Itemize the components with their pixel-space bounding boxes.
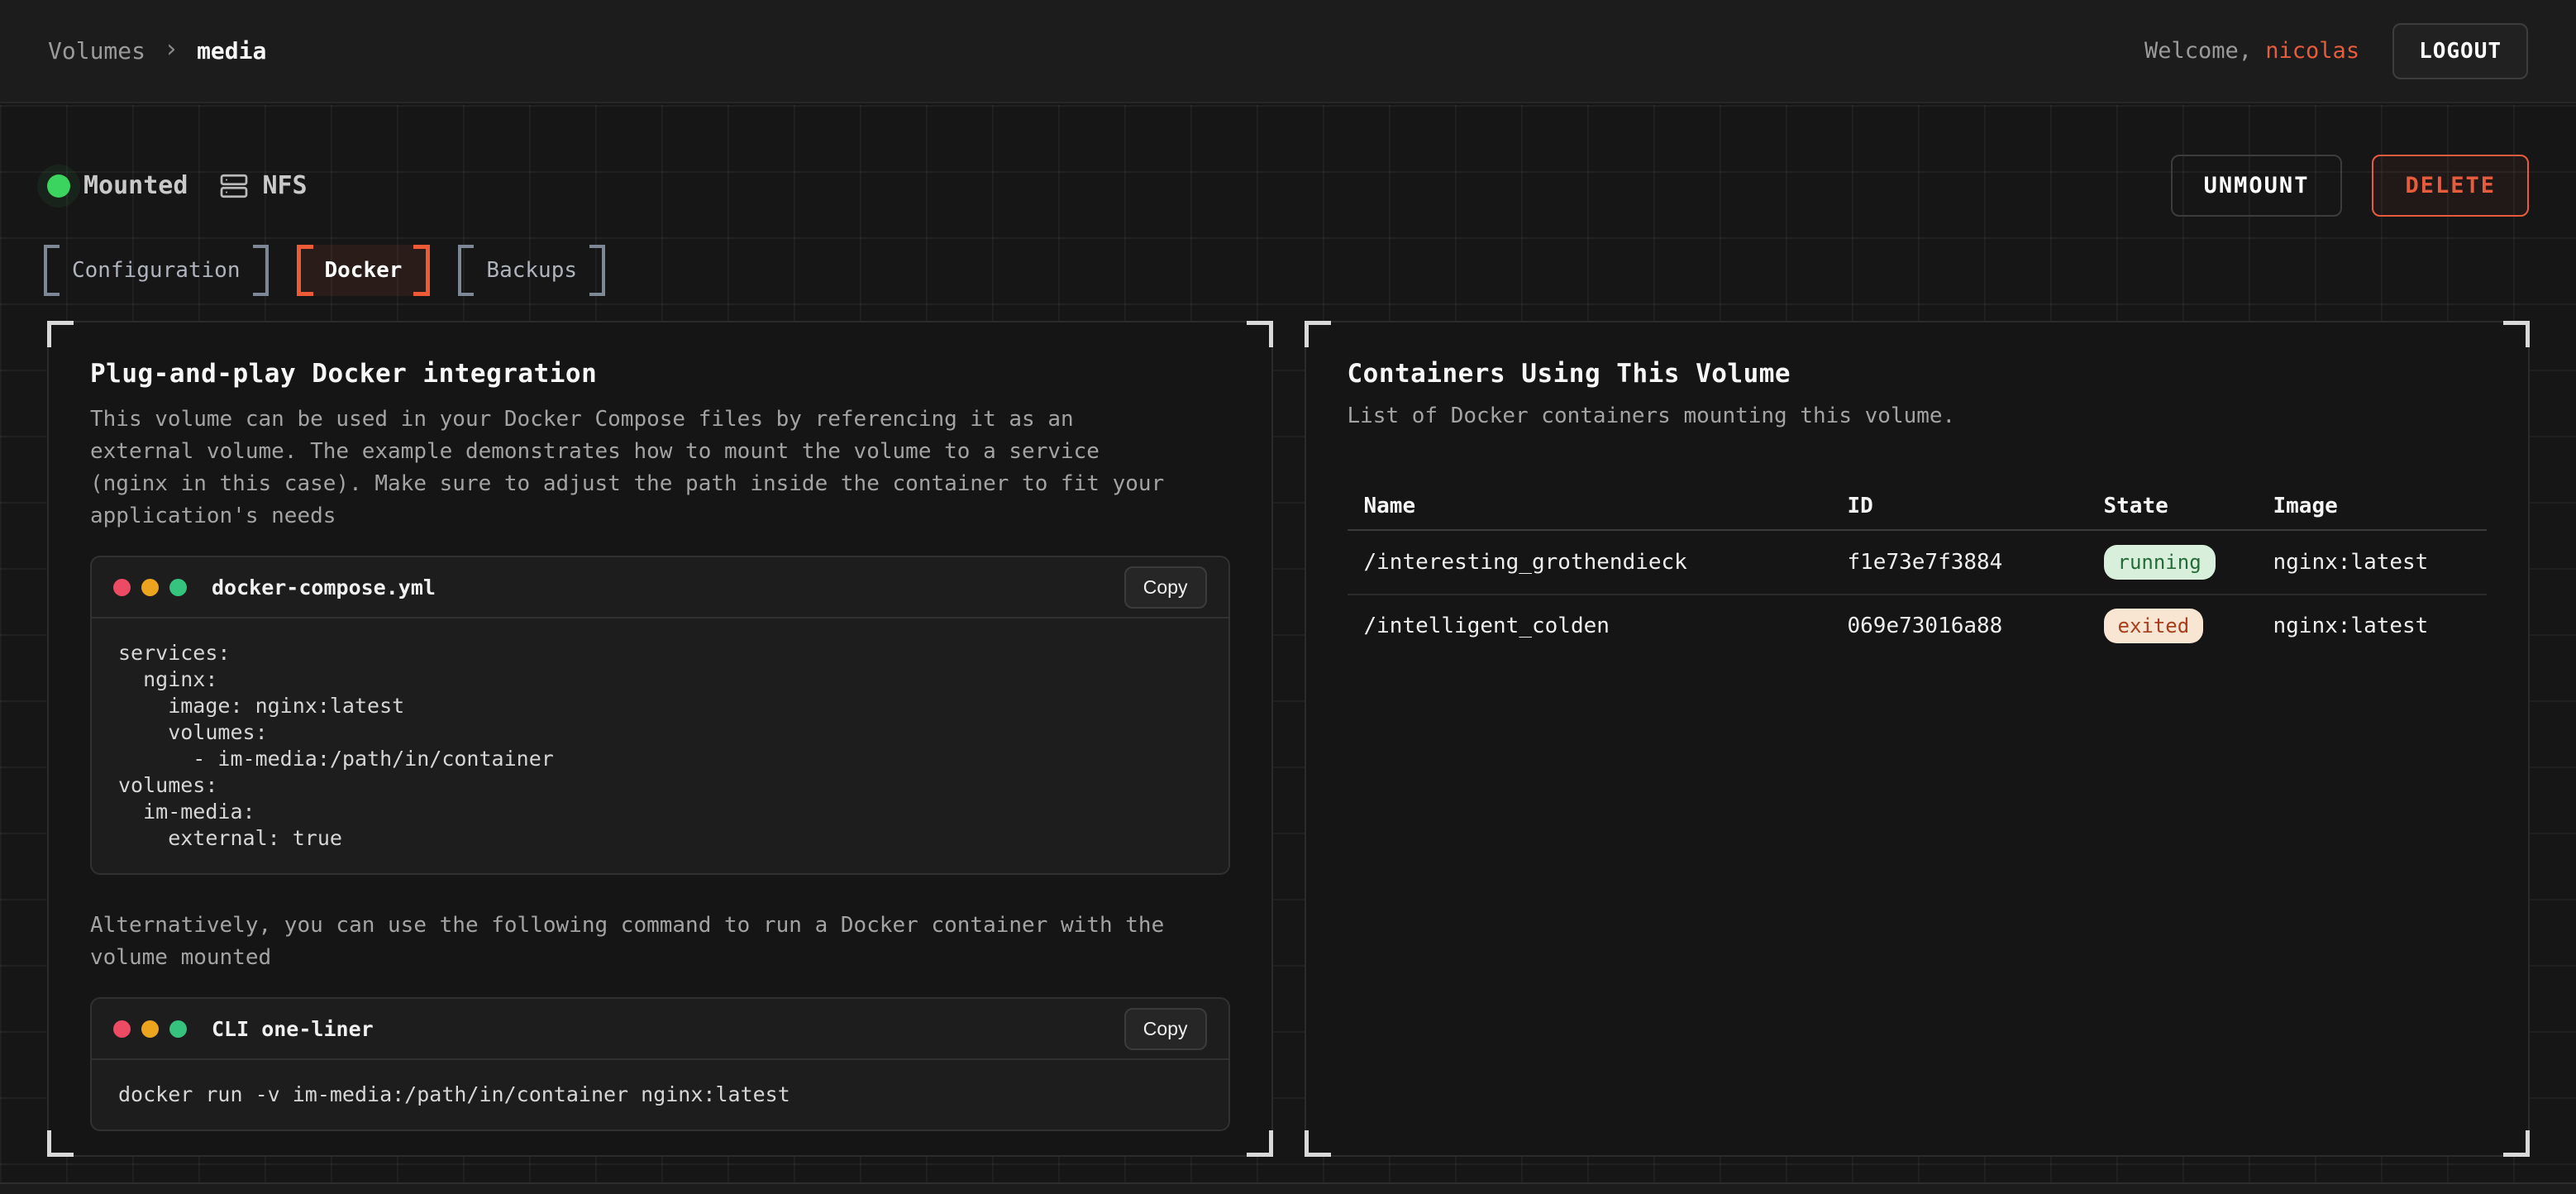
- mounted-dot-icon: [47, 174, 70, 198]
- window-dots: [113, 579, 187, 596]
- panel-corner-icon: [1305, 321, 1331, 347]
- containers-panel-subtitle: List of Docker containers mounting this …: [1348, 404, 2488, 428]
- container-id-cell: 069e73016a88: [1831, 614, 2087, 638]
- panel-corner-icon: [1305, 1130, 1331, 1157]
- panel-corner-icon: [2503, 1130, 2530, 1157]
- compose-copy-button[interactable]: Copy: [1124, 566, 1207, 609]
- tabs: Configuration Docker Backups: [44, 245, 2529, 296]
- username: nicolas: [2265, 38, 2359, 64]
- driver-status: NFS: [219, 171, 307, 201]
- status-badge-running: running: [2104, 545, 2216, 580]
- volume-actions: UNMOUNT DELETE: [2171, 155, 2529, 217]
- container-state-cell: exited: [2087, 609, 2257, 644]
- table-row: /interesting_grothendieck f1e73e7f3884 r…: [1348, 531, 2488, 594]
- cli-code: docker run -v im-media:/path/in/containe…: [92, 1060, 1228, 1130]
- column-header-image: Image: [2257, 494, 2488, 518]
- table-header-row: Name ID State Image: [1348, 483, 2488, 531]
- compose-filename: docker-compose.yml: [212, 576, 436, 599]
- tab-docker[interactable]: Docker: [297, 245, 431, 296]
- status-badge-exited: exited: [2104, 609, 2204, 644]
- window-dot-amber-icon: [141, 1020, 159, 1038]
- panel-corner-icon: [1247, 321, 1273, 347]
- container-state-cell: running: [2087, 545, 2257, 580]
- mounted-status: Mounted: [47, 171, 188, 200]
- container-name-cell: /interesting_grothendieck: [1348, 550, 1831, 575]
- compose-code: services: nginx: image: nginx:latest vol…: [92, 618, 1228, 873]
- panel-corner-icon: [1247, 1130, 1273, 1157]
- status-group: Mounted NFS: [47, 171, 308, 201]
- cli-code-header: CLI one-liner Copy: [92, 999, 1228, 1060]
- window-dot-amber-icon: [141, 579, 159, 596]
- column-header-state: State: [2087, 494, 2257, 518]
- docker-integration-panel: Plug-and-play Docker integration This vo…: [47, 321, 1273, 1157]
- cli-copy-button[interactable]: Copy: [1124, 1008, 1207, 1050]
- window-dot-red-icon: [113, 579, 131, 596]
- table-row: /intelligent_colden 069e73016a88 exited …: [1348, 594, 2488, 657]
- tab-configuration[interactable]: Configuration: [44, 245, 269, 296]
- window-dot-green-icon: [169, 579, 187, 596]
- tab-backups[interactable]: Backups: [458, 245, 605, 296]
- main-content: Mounted NFS UNMOUNT DELETE Configurati: [0, 105, 2576, 1194]
- breadcrumb-current-page: media: [197, 37, 266, 64]
- window-dot-green-icon: [169, 1020, 187, 1038]
- panel-corner-icon: [47, 1130, 74, 1157]
- mounted-label: Mounted: [83, 171, 188, 200]
- panel-corner-icon: [2503, 321, 2530, 347]
- container-id-cell: f1e73e7f3884: [1831, 550, 2087, 575]
- docker-panel-description: This volume can be used in your Docker C…: [90, 404, 1173, 533]
- status-row: Mounted NFS UNMOUNT DELETE: [47, 155, 2529, 217]
- welcome-prefix: Welcome,: [2144, 38, 2265, 64]
- containers-panel: Containers Using This Volume List of Doc…: [1305, 321, 2531, 1157]
- next-section-edge: [0, 1182, 2576, 1194]
- logout-button[interactable]: LOGOUT: [2392, 23, 2528, 79]
- containers-table: Name ID State Image /interesting_grothen…: [1348, 483, 2488, 657]
- containers-panel-title: Containers Using This Volume: [1348, 359, 2488, 389]
- container-image-cell: nginx:latest: [2257, 614, 2488, 638]
- docker-panel-title: Plug-and-play Docker integration: [90, 359, 1230, 389]
- delete-button[interactable]: DELETE: [2372, 155, 2529, 217]
- compose-code-block: docker-compose.yml Copy services: nginx:…: [90, 556, 1230, 875]
- topbar: Volumes › media Welcome, nicolas LOGOUT: [0, 0, 2576, 103]
- window-dots: [113, 1020, 187, 1038]
- breadcrumb-chevron-icon: ›: [164, 35, 179, 64]
- compose-code-header: docker-compose.yml Copy: [92, 557, 1228, 618]
- server-stack-icon: [219, 171, 249, 201]
- panel-corner-icon: [47, 321, 74, 347]
- window-dot-red-icon: [113, 1020, 131, 1038]
- welcome-text: Welcome, nicolas: [2144, 38, 2359, 64]
- panels: Plug-and-play Docker integration This vo…: [47, 321, 2530, 1157]
- topbar-right: Welcome, nicolas LOGOUT: [2144, 23, 2528, 79]
- container-image-cell: nginx:latest: [2257, 550, 2488, 575]
- cli-filename: CLI one-liner: [212, 1017, 374, 1041]
- breadcrumb: Volumes › media: [48, 36, 266, 65]
- driver-label: NFS: [262, 171, 307, 200]
- column-header-name: Name: [1348, 494, 1831, 518]
- breadcrumb-volumes-link[interactable]: Volumes: [48, 37, 145, 64]
- unmount-button[interactable]: UNMOUNT: [2171, 155, 2343, 217]
- container-name-cell: /intelligent_colden: [1348, 614, 1831, 638]
- cli-intro-text: Alternatively, you can use the following…: [90, 910, 1173, 974]
- column-header-id: ID: [1831, 494, 2087, 518]
- cli-code-block: CLI one-liner Copy docker run -v im-medi…: [90, 997, 1230, 1131]
